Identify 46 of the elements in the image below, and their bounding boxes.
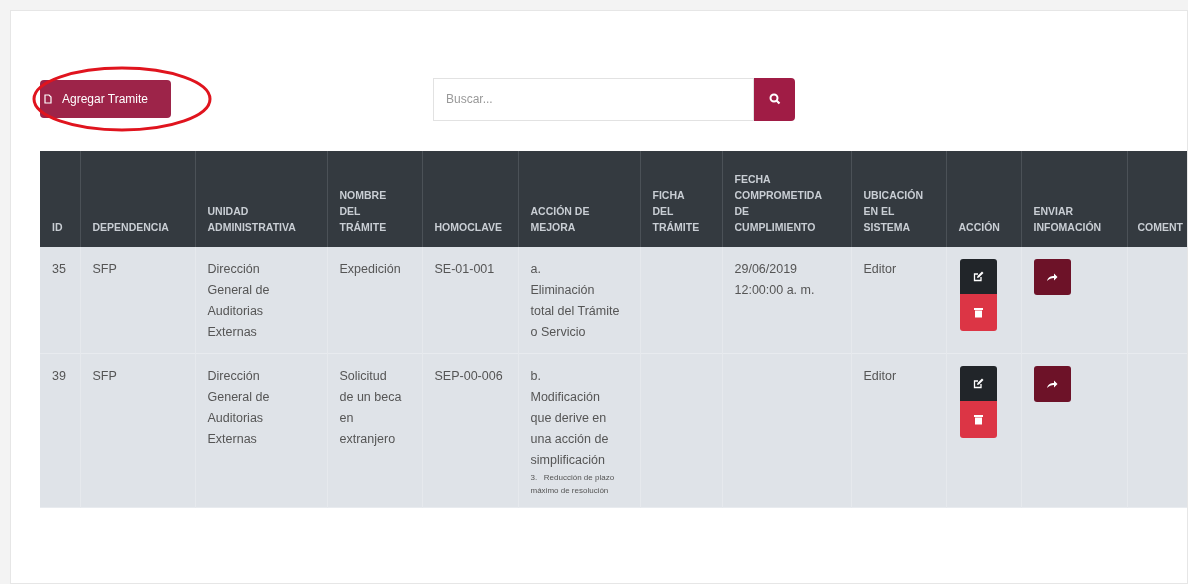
share-arrow-icon (1046, 272, 1058, 282)
send-button[interactable] (1033, 259, 1071, 295)
edit-button[interactable] (959, 259, 997, 294)
column-header: UNIDAD ADMINISTRATIVA (207, 204, 297, 235)
date-cell-text: 29/06/2019 12:00:00 a. m. (734, 261, 816, 299)
search-field[interactable]: Buscar... (433, 77, 754, 121)
column-header: ACCIÓN (958, 220, 1001, 235)
column-header: NOMBRE DEL TRÁMITE (339, 188, 388, 235)
add-procedure-button[interactable]: Agregar Tramite (40, 80, 171, 118)
dependency-cell-text: SFP (92, 261, 118, 278)
location-cell-text: Editor (863, 261, 898, 278)
edit-icon (972, 378, 984, 389)
improvement-action: Eliminación total del Trámite o Servicio (530, 282, 620, 341)
id-cell-text: 39 (52, 368, 67, 385)
send-button[interactable] (1033, 366, 1071, 402)
procedure-name-cell-text: Expedición (339, 261, 402, 278)
search-icon (768, 93, 781, 105)
code-cell-text: SE-01-001 (434, 261, 496, 278)
unit-cell-text: Dirección General de Auditorias Externas (207, 368, 271, 448)
share-arrow-icon (1046, 379, 1058, 389)
procedure-name-cell-text: Solicitud de un beca en extranjero (339, 368, 402, 448)
id-cell-text: 35 (52, 261, 67, 278)
improvement-letter: b. (530, 368, 542, 385)
document-icon (44, 94, 52, 104)
column-header: COMENT (1137, 220, 1184, 235)
column-header: DEPENDENCIA (92, 220, 170, 235)
column-header: ID (52, 220, 60, 235)
improvement-letter: a. (530, 261, 542, 278)
column-header: ENVIAR INFOMACIÓN (1033, 204, 1103, 235)
column-header: FECHA COMPROMETIDA DE CUMPLIMIENTO (734, 172, 823, 235)
unit-cell-text: Dirección General de Auditorias Externas (207, 261, 271, 341)
trash-icon (973, 307, 983, 318)
column-header: UBICACIÓN EN EL SISTEMA (863, 188, 924, 235)
code-cell-text: SEP-00-006 (434, 368, 504, 385)
trash-icon (973, 414, 983, 425)
column-header: ACCIÓN DE MEJORA (530, 204, 591, 235)
delete-button[interactable] (959, 401, 997, 438)
improvement-note: 3. Reducción de plazo máximo de resolución (530, 472, 616, 497)
edit-button[interactable] (959, 366, 997, 401)
improvement-action: Modificación que derive en una acción de simplificación (530, 389, 610, 469)
dependency-cell-text: SFP (92, 368, 118, 385)
search-button[interactable] (754, 77, 795, 121)
column-header: FICHA DEL TRÁMITE (652, 188, 701, 235)
delete-button[interactable] (959, 294, 997, 331)
edit-icon (972, 271, 984, 282)
location-cell-text: Editor (863, 368, 898, 385)
